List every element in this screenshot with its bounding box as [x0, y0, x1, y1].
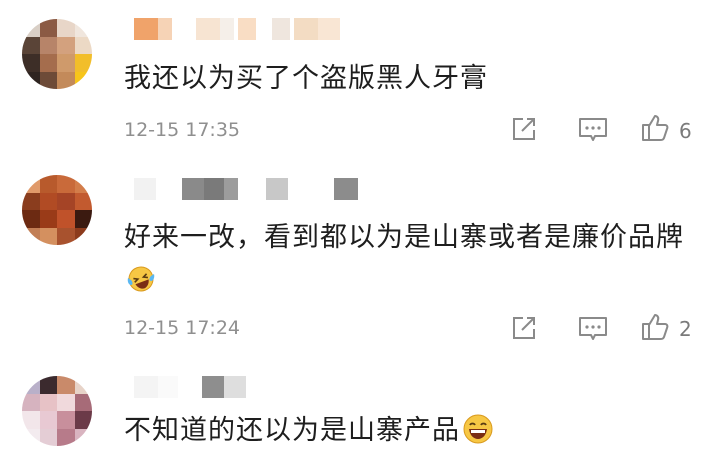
comment-time: 12-15 17:24 — [124, 317, 241, 339]
like-count: 6 — [679, 119, 692, 143]
comment-item: 不知道的还以为是山寨产品 — [0, 360, 720, 459]
avatar[interactable] — [22, 19, 92, 89]
comment-list: { "comments": [ { "text": "我还以为买了个盗版黑人牙膏… — [0, 0, 720, 459]
comment-text: 我还以为买了个盗版黑人牙膏 — [124, 63, 488, 94]
laughing-crying-emoji-icon — [126, 264, 156, 307]
share-icon[interactable] — [510, 115, 538, 147]
comment-time: 12-15 17:35 — [124, 119, 241, 141]
like-count: 2 — [679, 317, 692, 341]
comment-icon[interactable] — [578, 315, 608, 347]
comment-icon[interactable] — [578, 116, 608, 148]
comment-text: 不知道的还以为是山寨产品 — [124, 410, 696, 458]
avatar[interactable] — [22, 175, 92, 245]
comment-text: 好来一改，看到都以为是山寨或者是廉价品牌 — [124, 217, 696, 307]
grinning-emoji-icon — [462, 413, 494, 458]
comment-text-content: 不知道的还以为是山寨产品 — [124, 415, 460, 446]
comment-text-content: 好来一改，看到都以为是山寨或者是廉价品牌 — [124, 222, 684, 253]
like-icon[interactable] — [640, 312, 670, 346]
comment-item: 好来一改，看到都以为是山寨或者是廉价品牌 12-15 17:24 2 — [0, 160, 720, 360]
avatar[interactable] — [22, 376, 92, 446]
share-icon[interactable] — [510, 314, 538, 346]
comment-item: 我还以为买了个盗版黑人牙膏 12-15 17:35 6 — [0, 0, 720, 160]
like-icon[interactable] — [640, 113, 670, 147]
